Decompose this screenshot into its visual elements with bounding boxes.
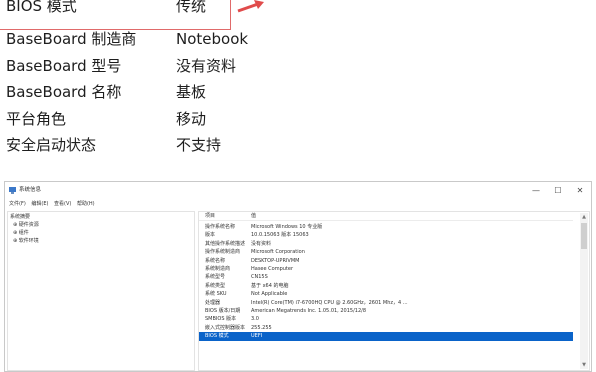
zoom-row-key: BIOS 模式 bbox=[6, 0, 77, 15]
table-row[interactable]: 系统名称 DESKTOP-UPRIVMM bbox=[199, 257, 573, 265]
row-item: 系统 SKU bbox=[205, 291, 227, 298]
zoom-row-bios-mode: BIOS 模式 传统 bbox=[0, 0, 400, 18]
row-value: 没有资料 bbox=[251, 240, 272, 247]
zoom-row-baseboard-model: BaseBoard 型号 没有资料 bbox=[0, 54, 400, 78]
zoom-row-key: 安全启动状态 bbox=[6, 136, 97, 154]
scroll-down-icon[interactable]: ▼ bbox=[580, 361, 588, 369]
menu-bar: 文件(F) 编辑(E) 查看(V) 帮助(H) bbox=[5, 199, 95, 209]
table-row[interactable]: 版本 10.0.15063 版本 15063 bbox=[199, 231, 573, 239]
close-button[interactable]: ✕ bbox=[569, 182, 591, 199]
category-tree: 系统摘要 ⊕ 硬件资源 ⊕ 组件 ⊕ 软件环境 bbox=[7, 211, 195, 371]
scroll-up-icon[interactable]: ▲ bbox=[580, 213, 588, 221]
table-row[interactable]: 其他操作系统描述 没有资料 bbox=[199, 240, 573, 248]
row-item: 系统型号 bbox=[205, 274, 226, 281]
row-item: 其他操作系统描述 bbox=[205, 240, 246, 247]
scroll-thumb[interactable] bbox=[581, 223, 587, 249]
menu-help[interactable]: 帮助(H) bbox=[77, 199, 95, 209]
table-row-selected[interactable]: BIOS 模式 UEFI bbox=[199, 332, 573, 341]
table-row[interactable]: BIOS 版本/日期 American Megatrends Inc. 1.05.… bbox=[199, 307, 573, 315]
zoom-row-secure-boot: 安全启动状态 不支持 bbox=[0, 133, 400, 157]
row-item: BIOS 模式 bbox=[205, 333, 229, 340]
table-row[interactable]: 操作系统名称 Microsoft Windows 10 专业版 bbox=[199, 223, 573, 231]
row-value: 3.0 bbox=[251, 316, 259, 323]
minimize-button[interactable]: — bbox=[525, 182, 547, 199]
column-header-value[interactable]: 值 bbox=[251, 212, 256, 221]
row-value: Not Applicable bbox=[251, 291, 288, 298]
tree-item-system-summary[interactable]: 系统摘要 bbox=[10, 213, 192, 221]
row-value: 10.0.15063 版本 15063 bbox=[251, 232, 309, 239]
menu-file[interactable]: 文件(F) bbox=[9, 199, 26, 209]
row-value: Microsoft Windows 10 专业版 bbox=[251, 224, 323, 230]
row-item: 操作系统制造商 bbox=[205, 249, 241, 256]
table-row[interactable]: 系统 SKU Not Applicable bbox=[199, 290, 573, 298]
table-header: 项目 值 bbox=[199, 212, 573, 221]
table-row[interactable]: 处理器 Intel(R) Core(TM) i7-6700HQ CPU @ 2.6… bbox=[199, 299, 573, 307]
zoom-row-value: 没有资料 bbox=[176, 57, 237, 75]
menu-view[interactable]: 查看(V) bbox=[54, 199, 71, 209]
window-title: 系统信息 bbox=[19, 187, 42, 193]
row-value: CN15S bbox=[251, 274, 268, 281]
row-item: 处理器 bbox=[205, 299, 221, 306]
tree-item-hardware-resources[interactable]: ⊕ 硬件资源 bbox=[10, 221, 192, 229]
table-row[interactable]: 系统类型 基于 x64 的电脑 bbox=[199, 282, 573, 290]
table-row[interactable]: 系统制造商 Hasee Computer bbox=[199, 265, 573, 273]
zoom-row-value: 移动 bbox=[176, 110, 207, 128]
row-item: 嵌入式控制器版本 bbox=[205, 324, 246, 331]
row-value: American Megatrends Inc. 1.05.01, 2015/1… bbox=[251, 308, 367, 314]
system-info-app-icon bbox=[9, 187, 16, 194]
table-row[interactable]: SMBIOS 版本 3.0 bbox=[199, 315, 573, 323]
menu-edit[interactable]: 编辑(E) bbox=[31, 199, 48, 209]
row-value: 基于 x64 的电脑 bbox=[251, 282, 289, 289]
tree-item-software-environment[interactable]: ⊕ 软件环境 bbox=[10, 237, 192, 245]
row-value: 255.255 bbox=[251, 324, 272, 331]
zoom-row-key: 平台角色 bbox=[6, 110, 67, 128]
row-item: SMBIOS 版本 bbox=[205, 316, 237, 323]
row-item: 操作系统名称 bbox=[205, 224, 236, 230]
table-row[interactable]: 系统型号 CN15S bbox=[199, 273, 573, 281]
zoomed-system-info-panel: BIOS 模式 传统 BaseBoard 制造商 Notebook BaseBo… bbox=[0, 0, 596, 170]
zoom-row-platform-role: 平台角色 移动 bbox=[0, 107, 400, 131]
maximize-button[interactable]: ☐ bbox=[547, 182, 569, 199]
row-value: DESKTOP-UPRIVMM bbox=[251, 257, 300, 264]
zoom-row-baseboard-name: BaseBoard 名称 基板 bbox=[0, 80, 400, 104]
column-header-item[interactable]: 项目 bbox=[205, 212, 215, 221]
row-item: BIOS 版本/日期 bbox=[205, 308, 241, 314]
zoom-row-key: BaseBoard 制造商 bbox=[6, 30, 137, 48]
row-item: 系统类型 bbox=[205, 282, 226, 289]
zoom-row-baseboard-maker: BaseBoard 制造商 Notebook bbox=[0, 27, 400, 51]
detail-table: 项目 值 操作系统名称 Microsoft Windows 10 专业版 版本 10… bbox=[198, 211, 590, 371]
title-bar[interactable]: 系统信息 — ☐ ✕ bbox=[5, 182, 591, 199]
row-item: 系统制造商 bbox=[205, 266, 231, 272]
zoom-row-value: 基板 bbox=[176, 83, 207, 101]
zoom-row-key: BaseBoard 名称 bbox=[6, 83, 122, 101]
row-value: Intel(R) Core(TM) i7-6700HQ CPU @ 2.60GH… bbox=[251, 299, 408, 306]
zoom-row-key: BaseBoard 型号 bbox=[6, 57, 122, 75]
row-value: Microsoft Corporation bbox=[251, 249, 305, 256]
row-value: Hasee Computer bbox=[251, 266, 294, 272]
table-row[interactable]: 操作系统制造商 Microsoft Corporation bbox=[199, 248, 573, 256]
row-value: UEFI bbox=[251, 333, 263, 340]
system-info-window: 系统信息 — ☐ ✕ 文件(F) 编辑(E) 查看(V) 帮助(H) 系统摘要 … bbox=[4, 181, 592, 372]
tree-item-components[interactable]: ⊕ 组件 bbox=[10, 229, 192, 237]
table-row[interactable]: 嵌入式控制器版本 255.255 bbox=[199, 324, 573, 332]
vertical-scrollbar[interactable]: ▲ ▼ bbox=[580, 213, 588, 369]
zoom-row-value: 传统 bbox=[176, 0, 207, 15]
zoom-row-value: Notebook bbox=[176, 30, 249, 48]
row-item: 版本 bbox=[205, 232, 216, 239]
row-item: 系统名称 bbox=[205, 257, 226, 264]
zoom-row-value: 不支持 bbox=[176, 136, 222, 154]
